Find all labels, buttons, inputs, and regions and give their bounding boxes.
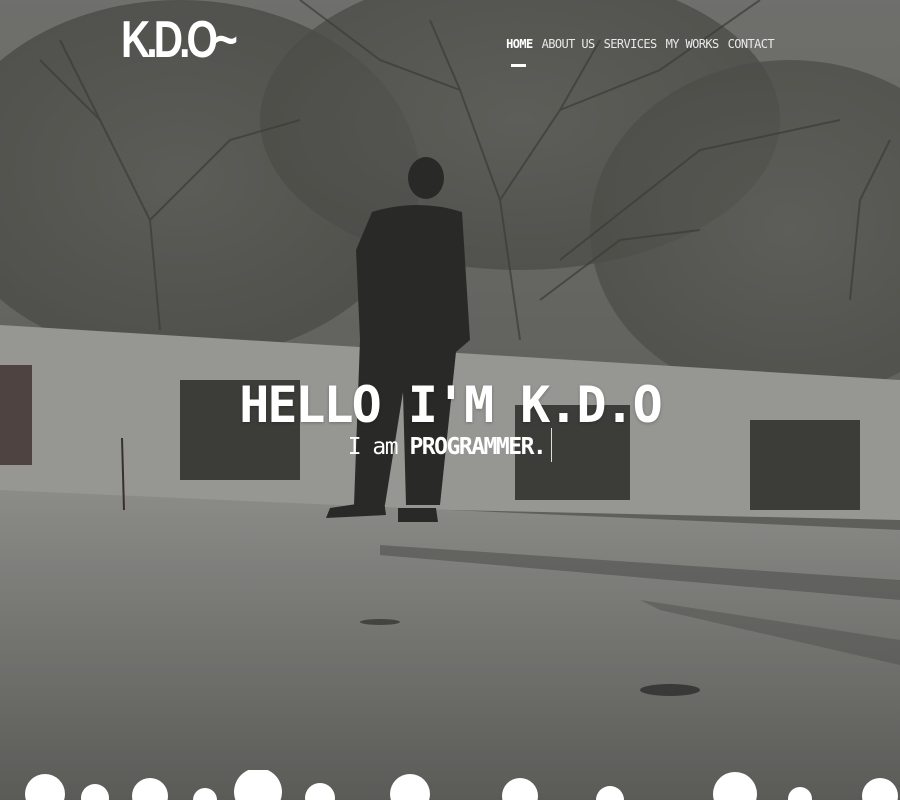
nav-link-contact[interactable]: CONTACT — [728, 37, 775, 51]
nav-link-home[interactable]: HOME — [506, 37, 533, 67]
nav-link-services[interactable]: SERVICES — [604, 37, 658, 51]
cloud-border-decoration — [25, 770, 898, 800]
tagline-prefix: I am — [347, 434, 399, 460]
main-navigation: HOME ABOUT US SERVICES MY WORKS CONTACT — [506, 37, 775, 67]
tagline-role: PROGRAMMER. — [409, 434, 546, 460]
hero-tagline: I am PROGRAMMER. — [0, 428, 900, 462]
hero-headline: HELLO I'M K.D.O — [239, 375, 663, 434]
nav-link-my-works[interactable]: MY WORKS — [666, 37, 720, 51]
nav-link-about-us[interactable]: ABOUT US — [542, 37, 596, 51]
site-logo[interactable]: K.D.O~ — [121, 14, 238, 66]
hero-section: K.D.O~ HOME ABOUT US SERVICES MY WORKS C… — [0, 0, 900, 800]
typing-cursor — [551, 428, 553, 462]
